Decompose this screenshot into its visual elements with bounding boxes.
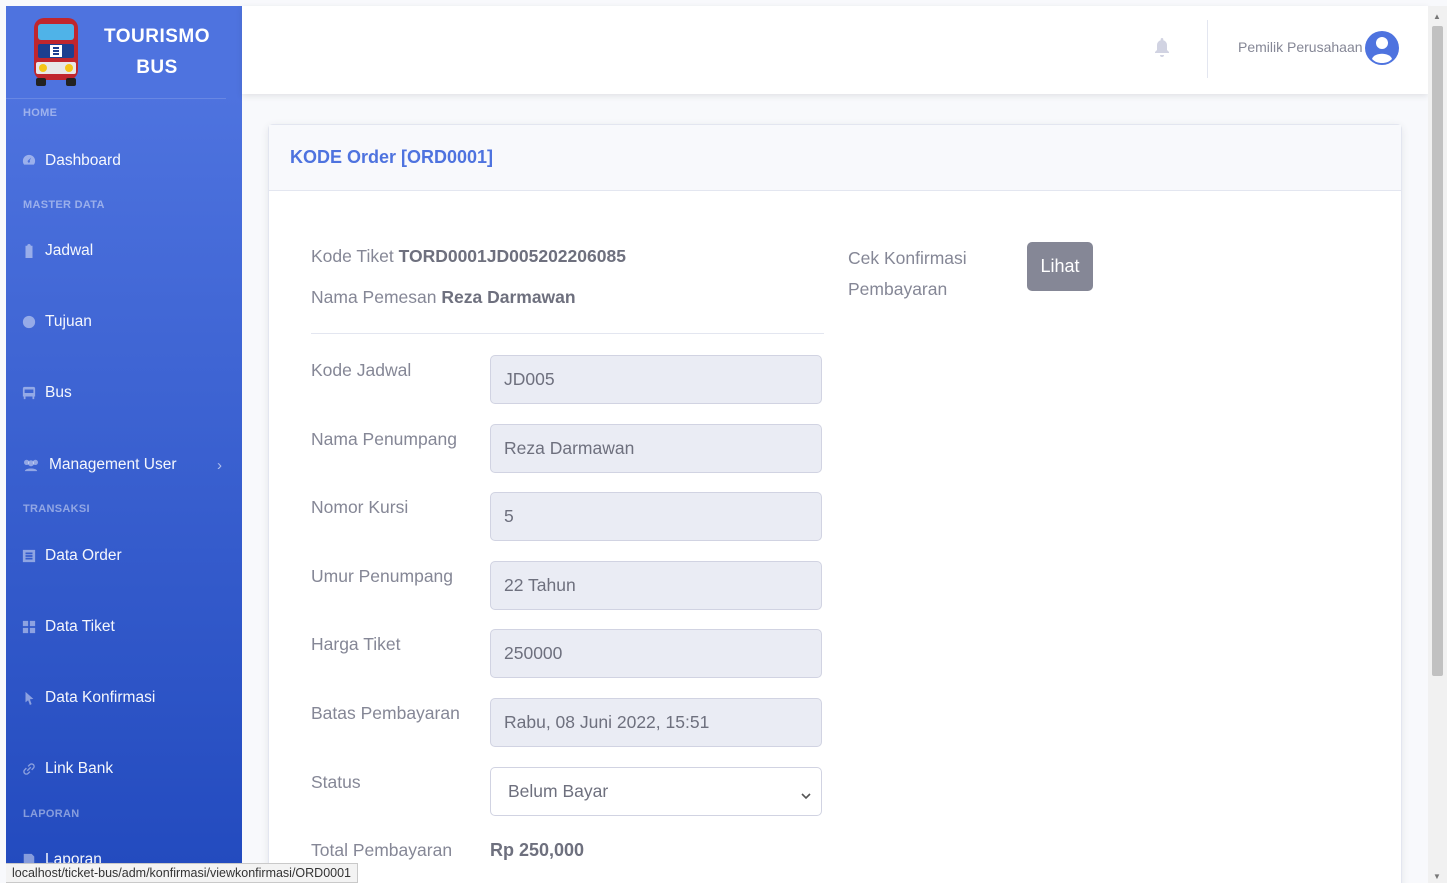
- scroll-thumb[interactable]: [1432, 26, 1443, 676]
- brand-line-2: BUS: [136, 57, 178, 78]
- kode-jadwal-label: Kode Jadwal: [311, 360, 412, 380]
- harga-tiket-label: Harga Tiket: [311, 634, 401, 654]
- brand-line-1: TOURISMO: [104, 26, 211, 47]
- clipboard-icon: [22, 244, 36, 258]
- browser-status-url: localhost/ticket-bus/adm/konfirmasi/view…: [6, 863, 359, 883]
- sidebar-item-jadwal[interactable]: Jadwal: [22, 237, 222, 265]
- order-detail-card: KODE Order [ORD0001] Kode Tiket TORD0001…: [268, 124, 1402, 883]
- bell-icon[interactable]: [1154, 38, 1170, 58]
- sidebar-item-label: Data Tiket: [45, 618, 115, 635]
- sidebar-item-link-bank[interactable]: Link Bank: [22, 755, 222, 783]
- scroll-up-icon[interactable]: ▲: [1433, 12, 1441, 21]
- sidebar-item-bus[interactable]: Bus: [22, 379, 222, 407]
- sidebar-item-label: Link Bank: [45, 760, 114, 777]
- sidebar-item-label: Bus: [45, 384, 72, 401]
- sidebar-item-dashboard[interactable]: Dashboard: [22, 147, 222, 175]
- chevron-right-icon: ›: [217, 456, 222, 474]
- sidebar: TOURISMO BUS HOME Dashboard MASTER DATA …: [6, 6, 242, 883]
- list-icon: [22, 549, 36, 563]
- lihat-button[interactable]: Lihat: [1027, 242, 1093, 291]
- topbar-divider: [1207, 20, 1208, 78]
- kode-tiket-line: Kode Tiket TORD0001JD005202206085: [311, 246, 626, 267]
- nomor-kursi-field[interactable]: 5: [490, 492, 822, 541]
- cek-konfirmasi-label: Cek Konfirmasi Pembayaran: [848, 248, 967, 299]
- total-pembayaran-value: Rp 250,000: [490, 840, 585, 860]
- umur-penumpang-field[interactable]: 22 Tahun: [490, 561, 822, 610]
- compass-icon: [22, 315, 36, 329]
- harga-tiket-field[interactable]: 250000: [490, 629, 822, 678]
- sidebar-item-label: Management User: [49, 456, 177, 473]
- pointer-icon: [22, 691, 36, 705]
- kode-tiket-label: Kode Tiket: [311, 246, 394, 266]
- card-title: KODE Order [ORD0001]: [269, 125, 1401, 191]
- sidebar-heading-home: HOME: [23, 107, 58, 119]
- nama-pemesan-value: Reza Darmawan: [441, 287, 576, 307]
- brand-title: TOURISMO BUS: [104, 21, 210, 83]
- kode-tiket-value: TORD0001JD005202206085: [398, 246, 626, 266]
- sidebar-item-label: Tujuan: [45, 313, 92, 330]
- total-pembayaran-label: Total Pembayaran: [311, 840, 453, 860]
- topbar: Pemilik Perusahaan: [242, 6, 1428, 94]
- nama-penumpang-label: Nama Penumpang: [311, 429, 457, 449]
- sidebar-heading-master: MASTER DATA: [23, 199, 105, 211]
- sidebar-heading-transaksi: TRANSAKSI: [23, 503, 90, 515]
- sidebar-item-management-user[interactable]: Management User ›: [22, 451, 222, 479]
- kode-jadwal-field[interactable]: JD005: [490, 355, 822, 404]
- users-icon: [22, 458, 40, 472]
- user-name[interactable]: Pemilik Perusahaan: [1238, 39, 1363, 55]
- nama-pemesan-line: Nama Pemesan Reza Darmawan: [311, 287, 576, 308]
- sidebar-item-label: Data Konfirmasi: [45, 689, 156, 706]
- batas-pembayaran-label: Batas Pembayaran: [311, 703, 460, 723]
- nama-pemesan-label: Nama Pemesan: [311, 287, 437, 307]
- page-scrollbar[interactable]: ▲ ▼: [1428, 6, 1447, 883]
- sidebar-item-data-konfirmasi[interactable]: Data Konfirmasi: [22, 684, 222, 712]
- user-avatar-icon[interactable]: [1364, 28, 1400, 68]
- chevron-down-icon: [801, 785, 811, 800]
- sidebar-heading-laporan: LAPORAN: [23, 808, 80, 820]
- bus-logo-icon: [28, 14, 84, 90]
- sidebar-item-label: Data Order: [45, 547, 122, 564]
- sidebar-item-label: Jadwal: [45, 242, 94, 259]
- sidebar-item-label: Dashboard: [45, 152, 121, 169]
- sidebar-item-data-order[interactable]: Data Order: [22, 542, 222, 570]
- tachometer-icon: [22, 154, 36, 168]
- scroll-down-icon[interactable]: ▼: [1433, 872, 1441, 881]
- batas-pembayaran-field[interactable]: Rabu, 08 Juni 2022, 15:51: [490, 698, 822, 747]
- status-label: Status: [311, 772, 361, 792]
- umur-penumpang-label: Umur Penumpang: [311, 566, 454, 586]
- bus-icon: [22, 386, 36, 400]
- status-select[interactable]: Belum Bayar: [490, 767, 822, 816]
- nama-penumpang-field[interactable]: Reza Darmawan: [490, 424, 822, 473]
- sidebar-item-tujuan[interactable]: Tujuan: [22, 308, 222, 336]
- link-icon: [22, 762, 36, 776]
- grid-icon: [22, 620, 36, 634]
- sidebar-brand[interactable]: TOURISMO BUS: [6, 6, 226, 99]
- nomor-kursi-label: Nomor Kursi: [311, 497, 409, 517]
- divider: [311, 333, 824, 334]
- status-selected-value: Belum Bayar: [508, 781, 609, 801]
- sidebar-item-data-tiket[interactable]: Data Tiket: [22, 613, 222, 641]
